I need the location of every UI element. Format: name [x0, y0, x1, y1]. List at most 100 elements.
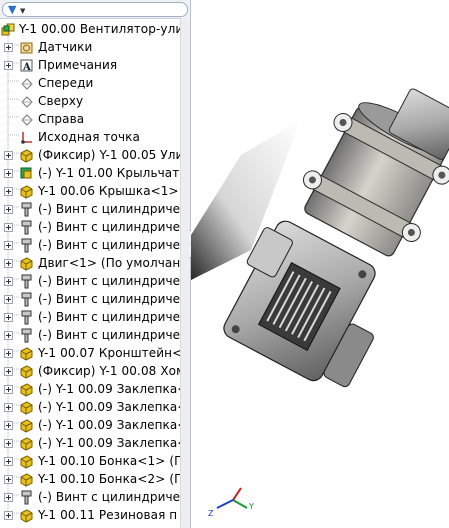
y-axis-icon	[232, 499, 248, 509]
expand-toggle-icon[interactable]	[4, 241, 13, 250]
expand-toggle-icon[interactable]	[4, 493, 13, 502]
expand-toggle-icon[interactable]	[4, 313, 13, 322]
tree-item[interactable]: (-) Винт с цилиндриче	[0, 290, 180, 308]
expand-toggle-icon[interactable]	[4, 439, 13, 448]
tree-item[interactable]: (-) Y-1 00.09 Заклепка<	[0, 416, 180, 434]
expand-toggle-icon[interactable]	[4, 457, 13, 466]
tree-item-label: Примечания	[38, 58, 118, 72]
tree-item-label: Датчики	[38, 40, 93, 54]
expand-toggle-icon[interactable]	[4, 277, 13, 286]
screw-icon	[19, 238, 34, 253]
z-axis-icon	[216, 499, 234, 509]
expand-toggle-icon[interactable]	[4, 43, 13, 52]
graphics-viewport[interactable]	[191, 0, 449, 528]
expand-toggle-icon[interactable]	[4, 223, 13, 232]
expand-toggle-icon[interactable]	[4, 151, 13, 160]
part-icon	[19, 436, 34, 451]
tree-item[interactable]: (-) Винт с цилиндриче	[0, 308, 180, 326]
vertical-scrollbar[interactable]	[180, 18, 190, 528]
tree-item-label: (Фиксир) Y-1 00.05 Улитка	[38, 148, 180, 162]
feature-manager-tree: ▼ ▼ Y-1 00.00 Вентилятор-ули Датчики A Прим…	[0, 0, 191, 528]
part-icon	[19, 148, 34, 163]
filter-icon[interactable]: ▼	[8, 4, 16, 16]
expand-toggle-icon[interactable]	[4, 187, 13, 196]
expand-toggle-icon[interactable]	[4, 511, 13, 520]
subassembly-icon	[19, 166, 34, 181]
tree-item[interactable]: (-) Винт с цилиндриче	[0, 236, 180, 254]
tree-item[interactable]: (-) Винт с цилиндриче	[0, 200, 180, 218]
tree-item-label: Y-1 00.11 Резиновая п	[38, 508, 178, 522]
screw-icon	[19, 490, 34, 505]
model-render	[191, 88, 449, 388]
part-icon	[19, 256, 34, 271]
expand-toggle-icon[interactable]	[4, 169, 13, 178]
tree-item-label: (-) Y-1 01.00 Крыльчатк	[38, 166, 180, 180]
tree-item-label: (-) Y-1 00.09 Заклепка<	[38, 400, 180, 414]
tree-item[interactable]: (-) Y-1 00.09 Заклепка<	[0, 398, 180, 416]
screw-icon	[19, 274, 34, 289]
part-icon	[19, 382, 34, 397]
tree-item[interactable]: (Фиксир) Y-1 00.08 Хомут<	[0, 362, 180, 380]
tree-item[interactable]: Y-1 00.06 Крышка<1>	[0, 182, 180, 200]
expand-toggle-icon[interactable]	[4, 421, 13, 430]
tree-item[interactable]: Двиг<1> (По умолчан	[0, 254, 180, 272]
expand-toggle-icon[interactable]	[4, 367, 13, 376]
plane-icon	[19, 112, 34, 127]
tree-item[interactable]: Исходная точка	[0, 128, 180, 146]
expand-toggle-icon[interactable]	[4, 331, 13, 340]
tree-item[interactable]: (Фиксир) Y-1 00.05 Улитка	[0, 146, 180, 164]
tree-item[interactable]: Y-1 00.11 Резиновая п	[0, 506, 180, 524]
part-icon	[19, 364, 34, 379]
tree-item-label: (-) Винт с цилиндриче	[38, 238, 180, 252]
expand-toggle-icon[interactable]	[4, 475, 13, 484]
expand-toggle-icon[interactable]	[4, 205, 13, 214]
sensors-icon	[19, 40, 34, 55]
plane-icon	[19, 76, 34, 91]
y-axis-label: Y	[248, 502, 254, 511]
z-axis-label: Z	[208, 509, 214, 518]
part-icon	[19, 508, 34, 523]
tree-item[interactable]: Y-1 00.07 Кронштейн<	[0, 344, 180, 362]
tree-item[interactable]: (-) Винт с цилиндриче	[0, 272, 180, 290]
filter-bar: ▼ ▼	[0, 0, 190, 19]
expand-toggle-icon[interactable]	[4, 61, 13, 70]
tree-item-label: Сверху	[38, 94, 84, 108]
expand-toggle-icon[interactable]	[4, 349, 13, 358]
part-icon	[19, 454, 34, 469]
tree-item[interactable]: (-) Винт с цилиндриче	[0, 488, 180, 506]
tree-item[interactable]: Сверху	[0, 92, 180, 110]
chevron-down-icon[interactable]: ▼	[20, 5, 25, 17]
tree-item[interactable]: Датчики	[0, 38, 180, 56]
tree-item-label: (-) Винт с цилиндриче	[38, 328, 180, 342]
svg-text:A: A	[22, 62, 31, 73]
expand-toggle-icon[interactable]	[4, 295, 13, 304]
tree-item[interactable]: (-) Y-1 00.09 Заклепка<	[0, 434, 180, 452]
tree-item-label: Y-1 00.07 Кронштейн<	[38, 346, 180, 360]
tree-item[interactable]: Справа	[0, 110, 180, 128]
tree-item[interactable]: Спереди	[0, 74, 180, 92]
origin-icon	[19, 130, 34, 145]
part-icon	[19, 418, 34, 433]
tree-item-label: Исходная точка	[38, 130, 140, 144]
expand-toggle-icon[interactable]	[4, 385, 13, 394]
tree-item[interactable]: (-) Винт с цилиндриче	[0, 218, 180, 236]
tree-item-label: (-) Винт с цилиндриче	[38, 310, 180, 324]
expand-toggle-icon[interactable]	[4, 259, 13, 268]
part-icon	[19, 472, 34, 487]
tree-item[interactable]: Y-1 00.10 Бонка<2> (П	[0, 470, 180, 488]
expand-toggle-icon[interactable]	[4, 403, 13, 412]
tree-item[interactable]: (-) Винт с цилиндриче	[0, 326, 180, 344]
filter-input[interactable]: ▼ ▼	[2, 2, 188, 17]
tree-item-label: (-) Y-1 00.09 Заклепка<	[38, 382, 180, 396]
tree-item-label: Справа	[38, 112, 85, 126]
tree-item[interactable]: Y-1 00.10 Бонка<1> (П	[0, 452, 180, 470]
assembly-icon	[1, 22, 16, 37]
tree-root-item[interactable]: Y-1 00.00 Вентилятор-ули	[0, 20, 180, 38]
screw-icon	[19, 292, 34, 307]
tree-item[interactable]: A Примечания	[0, 56, 180, 74]
tree-item-label: Y-1 00.00 Вентилятор-ули	[19, 22, 180, 36]
part-icon	[19, 346, 34, 361]
tree-item-label: Двиг<1> (По умолчан	[38, 256, 180, 270]
tree-item[interactable]: (-) Y-1 01.00 Крыльчатк	[0, 164, 180, 182]
tree-item[interactable]: (-) Y-1 00.09 Заклепка<	[0, 380, 180, 398]
